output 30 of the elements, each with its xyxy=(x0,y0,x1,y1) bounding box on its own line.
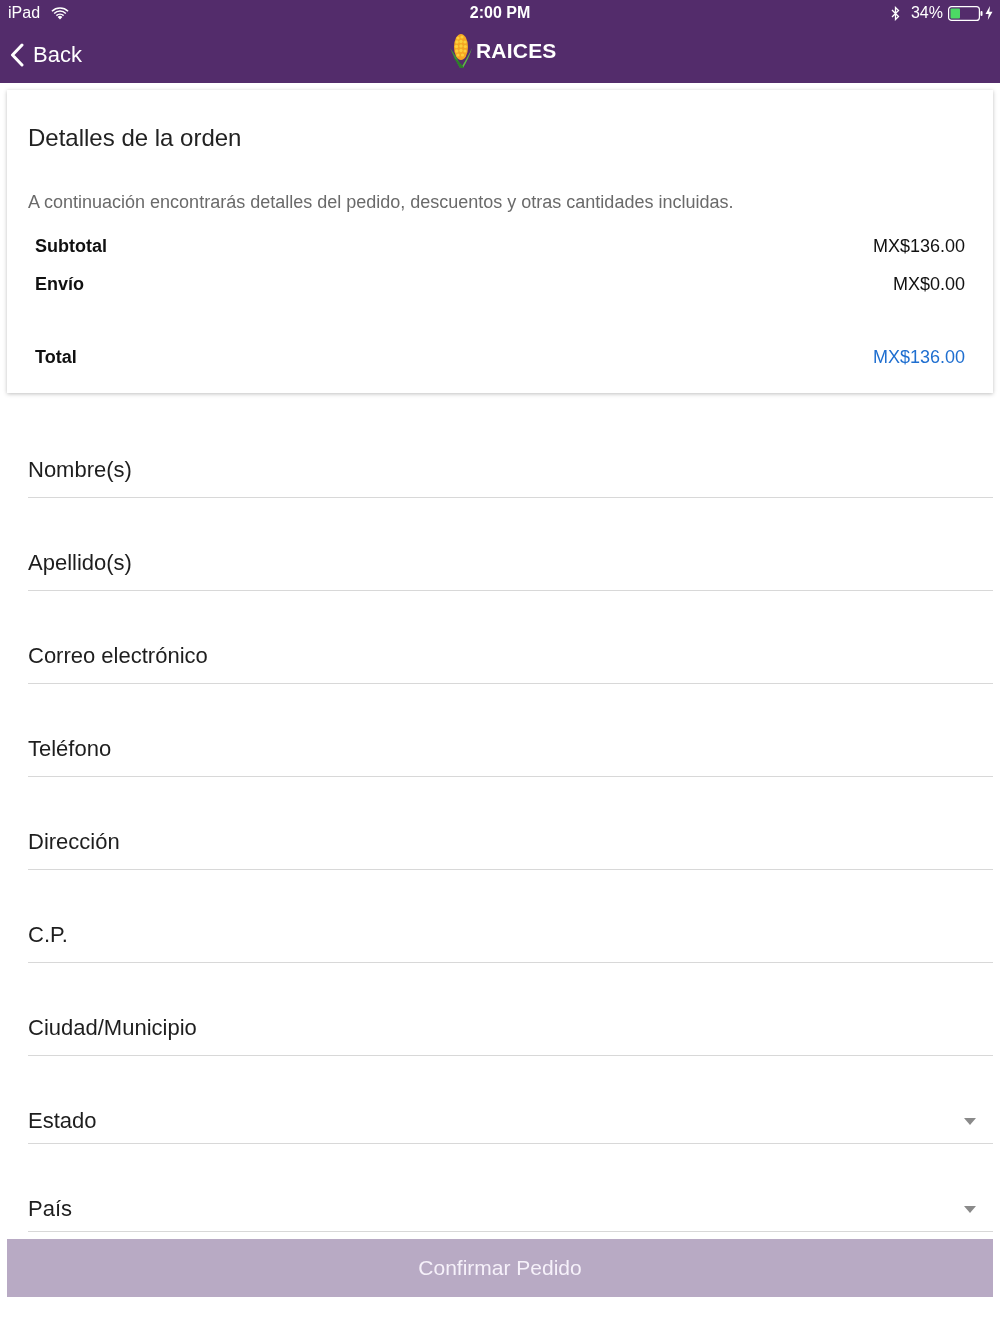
summary-amount: MX$136.00 xyxy=(872,235,965,257)
input-field[interactable]: Nombre(s) xyxy=(28,442,993,498)
card-description: A continuación encontrarás detalles del pedido, descuentos y otras cantidades incluidas. xyxy=(28,191,735,214)
battery-icon xyxy=(948,5,983,21)
device-name: iPad xyxy=(8,4,41,22)
card-title: Detalles de la orden xyxy=(28,123,243,153)
app-logo-text: RAICES xyxy=(476,39,557,63)
input-field[interactable]: Ciudad/Municipio xyxy=(28,1000,993,1056)
total-amount: MX$136.00 xyxy=(872,346,965,368)
battery-percent: 34% xyxy=(910,4,943,22)
dropdown-field[interactable]: Estado xyxy=(28,1093,993,1144)
back-chevron-icon xyxy=(10,42,24,67)
summary-label: Envío xyxy=(35,273,84,295)
summary-label: Subtotal xyxy=(35,235,107,257)
bluetooth-icon xyxy=(890,5,900,21)
back-button[interactable]: Back xyxy=(10,41,82,68)
input-field[interactable]: Apellido(s) xyxy=(28,535,993,591)
dropdown-field[interactable]: País xyxy=(28,1181,993,1232)
wifi-icon xyxy=(51,6,70,20)
dropdown-caret-icon xyxy=(964,1206,976,1213)
input-field[interactable]: C.P. xyxy=(28,907,993,963)
charging-icon xyxy=(985,6,993,20)
summary-amount: MX$0.00 xyxy=(892,273,965,295)
total-label: Total xyxy=(35,346,77,368)
status-time: 2:00 PM xyxy=(469,4,531,22)
input-field[interactable]: Correo electrónico xyxy=(28,628,993,684)
dropdown-caret-icon xyxy=(964,1118,976,1125)
input-field[interactable]: Teléfono xyxy=(28,721,993,777)
input-field[interactable]: Dirección xyxy=(28,814,993,870)
corn-icon xyxy=(449,33,473,69)
